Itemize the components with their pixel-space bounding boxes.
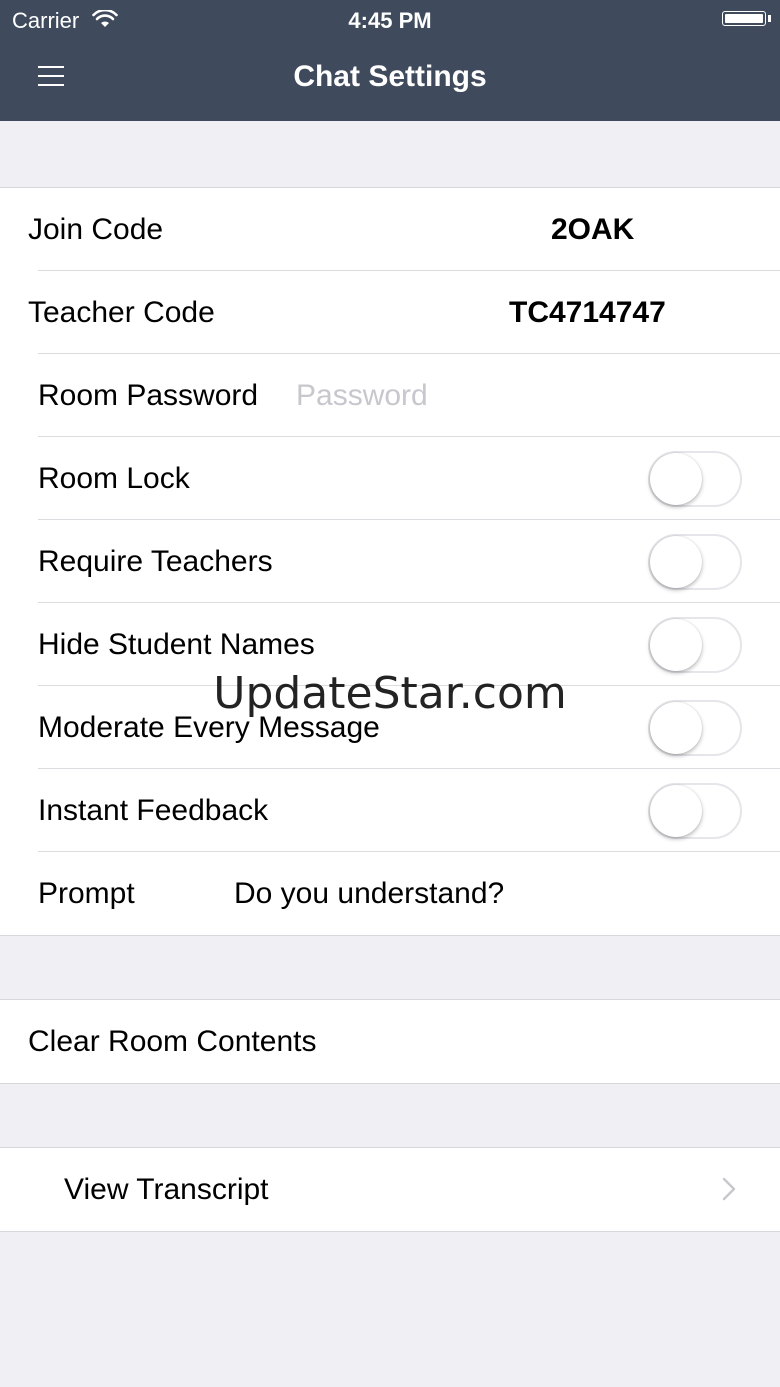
chevron-right-icon bbox=[722, 1177, 736, 1201]
prompt-value[interactable]: Do you understand? bbox=[234, 852, 504, 935]
hide-student-names-row: Hide Student Names bbox=[0, 603, 780, 686]
room-password-row: Room Password bbox=[0, 354, 780, 437]
instant-feedback-row: Instant Feedback bbox=[0, 769, 780, 852]
teacher-code-value: TC4714747 bbox=[509, 296, 666, 329]
room-lock-toggle[interactable] bbox=[648, 451, 742, 507]
moderate-every-message-label: Moderate Every Message bbox=[38, 711, 380, 744]
room-password-input[interactable] bbox=[296, 374, 676, 418]
clear-room-contents-button[interactable]: Clear Room Contents bbox=[0, 1000, 780, 1083]
clock: 4:45 PM bbox=[348, 8, 432, 33]
join-code-label: Join Code bbox=[28, 213, 164, 246]
battery-icon bbox=[722, 11, 766, 26]
room-lock-label: Room Lock bbox=[38, 462, 190, 495]
view-transcript-label: View Transcript bbox=[64, 1173, 269, 1206]
require-teachers-label: Require Teachers bbox=[38, 545, 273, 578]
instant-feedback-toggle[interactable] bbox=[648, 783, 742, 839]
require-teachers-toggle[interactable] bbox=[648, 534, 742, 590]
instant-feedback-label: Instant Feedback bbox=[38, 794, 269, 827]
moderate-every-message-toggle[interactable] bbox=[648, 700, 742, 756]
require-teachers-row: Require Teachers bbox=[0, 520, 780, 603]
battery-tip bbox=[768, 15, 771, 22]
settings-group: Join Code 2OAK Teacher Code TC4714747 Ro… bbox=[0, 187, 780, 936]
clear-room-group: Clear Room Contents bbox=[0, 999, 780, 1084]
room-password-label: Room Password bbox=[38, 379, 259, 412]
prompt-row[interactable]: Prompt Do you understand? bbox=[0, 852, 780, 935]
room-lock-row: Room Lock bbox=[0, 437, 780, 520]
hide-student-names-label: Hide Student Names bbox=[38, 628, 315, 661]
prompt-label: Prompt bbox=[38, 877, 135, 910]
join-code-value: 2OAK bbox=[551, 213, 635, 246]
page-title: Chat Settings bbox=[293, 60, 487, 93]
clear-room-contents-label: Clear Room Contents bbox=[28, 1025, 317, 1058]
transcript-group: View Transcript bbox=[0, 1147, 780, 1232]
hide-student-names-toggle[interactable] bbox=[648, 617, 742, 673]
join-code-row: Join Code 2OAK bbox=[0, 188, 780, 271]
teacher-code-row: Teacher Code TC4714747 bbox=[0, 271, 780, 354]
navigation-bar: Carrier 4:45 PM Chat Settings bbox=[0, 0, 780, 121]
moderate-every-message-row: Moderate Every Message bbox=[0, 686, 780, 769]
view-transcript-row[interactable]: View Transcript bbox=[0, 1148, 780, 1231]
teacher-code-label: Teacher Code bbox=[28, 296, 215, 329]
